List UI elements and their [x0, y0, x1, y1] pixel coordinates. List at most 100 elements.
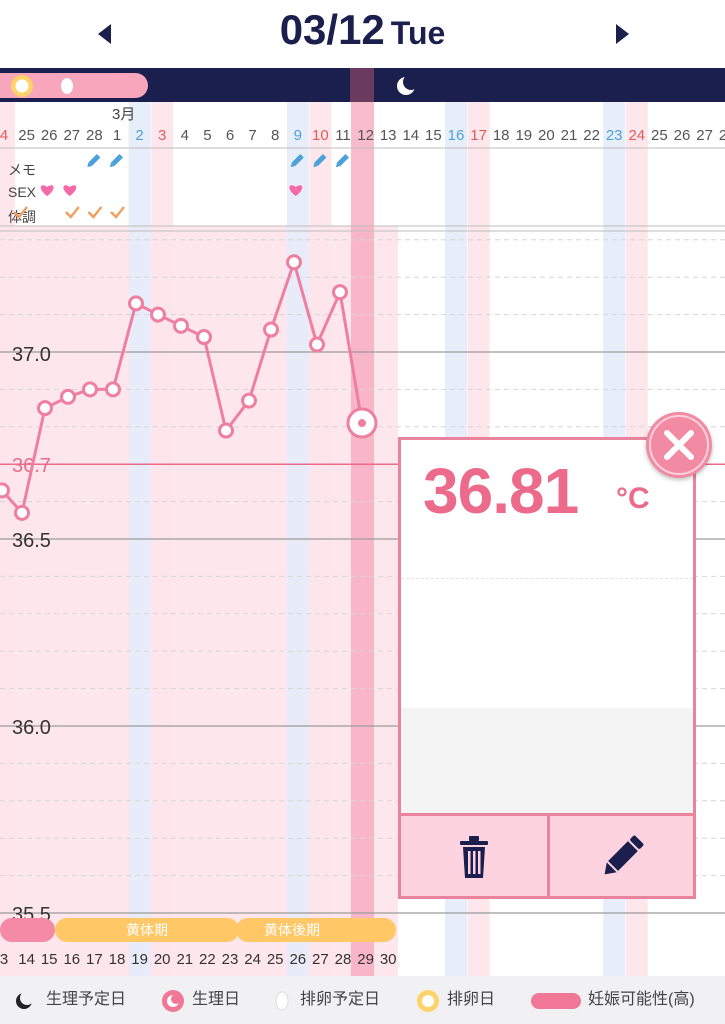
date-label[interactable]: 28 [719, 127, 725, 144]
check-icon [110, 206, 125, 219]
fertile-legend-swatch [531, 993, 581, 1009]
legend-ovulation: 排卵日 [447, 991, 496, 1008]
temperature-point[interactable] [60, 388, 76, 405]
date-label[interactable]: 24 [628, 127, 645, 144]
cycle-day-label: 16 [63, 951, 80, 968]
luteal-phase-label: 黄体期 [126, 922, 168, 938]
cycle-day-label: 23 [222, 951, 239, 968]
cycle-day-label: 29 [357, 951, 374, 968]
legend-predicted-period: 生理予定日 [46, 991, 127, 1008]
cycle-day-label: 30 [380, 951, 397, 968]
date-label[interactable]: 26 [41, 127, 58, 144]
cycle-day-label: 17 [86, 951, 103, 968]
late-luteal-phase-label: 黄体後期 [264, 922, 320, 938]
delete-button[interactable] [401, 816, 550, 896]
temperature-point[interactable] [14, 504, 30, 521]
close-icon [649, 415, 709, 475]
date-label[interactable]: 25 [651, 127, 668, 144]
status-bar-icons [11, 68, 419, 102]
row-labels: メモ SEX 体調 [8, 162, 37, 225]
date-label[interactable]: 2 [135, 127, 143, 144]
date-label[interactable]: 28 [86, 127, 103, 144]
date-label[interactable]: 5 [203, 127, 211, 144]
next-day-button[interactable] [602, 18, 642, 50]
date-label[interactable]: 9 [294, 127, 302, 144]
cycle-day-label: 20 [154, 951, 171, 968]
temperature-point[interactable] [286, 254, 302, 271]
temperature-point[interactable] [263, 321, 279, 338]
temperature-point[interactable] [196, 329, 212, 346]
date-label[interactable]: 20 [538, 127, 555, 144]
temperature-point[interactable] [173, 317, 189, 334]
temperature-value: 36.81 [423, 455, 579, 527]
date-label[interactable]: 12 [357, 127, 374, 144]
pencil-icon [335, 153, 350, 168]
fertile-phase-bar [0, 918, 55, 942]
temperature-point[interactable] [128, 295, 144, 312]
date-label[interactable]: 14 [402, 127, 419, 144]
chevron-right-icon [615, 24, 629, 44]
today-marker [350, 68, 374, 102]
temperature-point[interactable] [309, 336, 325, 353]
date-row: 4 25 26 27 28 1 2 3 4 5 6 7 8 9 10 11 12 13 14 15 16 17 18 19 20… [0, 127, 725, 144]
date-label[interactable]: 6 [226, 127, 234, 144]
date-label[interactable]: 3 [158, 127, 166, 144]
temperature-unit: °C [616, 482, 650, 515]
heart-icon [63, 185, 77, 196]
cycle-day-label: 27 [312, 951, 329, 968]
date-label[interactable]: 27 [63, 127, 80, 144]
y-label-36-0: 36.0 [12, 717, 51, 739]
date-label[interactable]: 26 [674, 127, 691, 144]
date-label[interactable]: 21 [561, 127, 578, 144]
memo-row-label: メモ [8, 162, 36, 178]
date-label[interactable]: 1 [113, 127, 121, 144]
close-button[interactable] [646, 412, 712, 478]
date-label[interactable]: 19 [515, 127, 532, 144]
phase-bars: 黄体期 黄体後期 [0, 918, 396, 942]
predicted-ovulation-icon [275, 991, 289, 1011]
date-text: 03/12 [279, 6, 385, 53]
temperature-point[interactable] [150, 306, 166, 323]
date-label[interactable]: 16 [448, 127, 465, 144]
edit-button[interactable] [550, 816, 696, 896]
temperature-point[interactable] [0, 482, 10, 499]
cycle-day-label: 28 [335, 951, 352, 968]
date-label[interactable]: 8 [271, 127, 279, 144]
date-label[interactable]: 22 [583, 127, 600, 144]
date-label[interactable]: 13 [380, 127, 397, 144]
date-label[interactable]: 25 [18, 127, 35, 144]
date-label[interactable]: 27 [696, 127, 713, 144]
date-label[interactable]: 18 [493, 127, 510, 144]
date-label[interactable]: 4 [0, 127, 8, 144]
predicted-period-icon [16, 991, 34, 1009]
date-label[interactable]: 4 [181, 127, 189, 144]
temperature-point[interactable] [105, 381, 121, 398]
date-label[interactable]: 11 [335, 127, 351, 144]
moon-icon [397, 74, 419, 95]
temperature-point[interactable] [241, 392, 257, 409]
pencil-icon [109, 153, 124, 168]
date-label[interactable]: 15 [425, 127, 442, 144]
date-label[interactable]: 7 [248, 127, 256, 144]
memo-area [401, 708, 693, 818]
ovulation-icon [417, 990, 439, 1012]
date-label[interactable]: 23 [606, 127, 623, 144]
legend-predicted-ovulation: 排卵予定日 [300, 991, 381, 1008]
temperature-point[interactable] [218, 422, 234, 439]
temperature-point[interactable] [82, 381, 98, 398]
cycle-day-label: 22 [199, 951, 216, 968]
check-icon [87, 206, 103, 219]
date-label[interactable]: 17 [470, 127, 487, 144]
cycle-day-label: 26 [289, 951, 306, 968]
header: 03/12 Tue [0, 0, 725, 68]
heart-icon [40, 185, 54, 196]
cycle-day-label: 15 [41, 951, 58, 968]
temperature-point[interactable] [332, 284, 348, 301]
month-label: 3月 [112, 106, 135, 123]
trash-icon [460, 836, 488, 878]
selected-point-dot [358, 419, 366, 428]
temperature-point[interactable] [37, 400, 53, 417]
date-label[interactable]: 10 [312, 127, 329, 144]
pencil-icon [87, 153, 101, 168]
check-icon [64, 206, 80, 219]
